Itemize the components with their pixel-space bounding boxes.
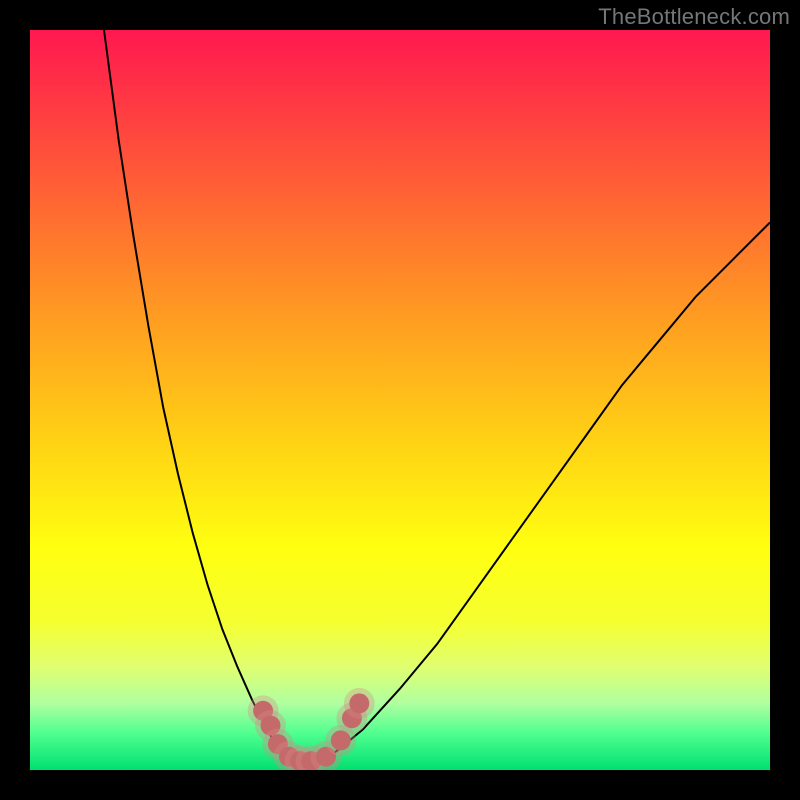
chart-container: TheBottleneck.com [0, 0, 800, 800]
curve-group [104, 30, 770, 763]
curve-right [326, 222, 770, 759]
marker [349, 693, 369, 713]
attribution-text: TheBottleneck.com [598, 4, 790, 30]
curve-left [104, 30, 326, 763]
plot-area [30, 30, 770, 770]
marker [331, 730, 351, 750]
chart-svg [30, 30, 770, 770]
bottleneck-markers [248, 688, 375, 770]
